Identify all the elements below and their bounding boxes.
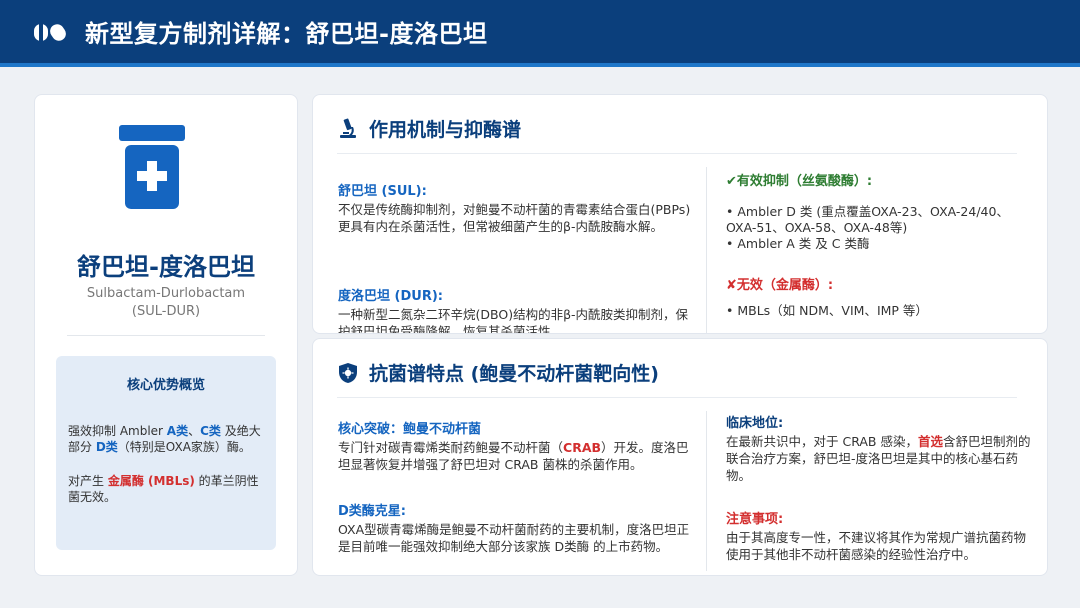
- effective-list: • Ambler D 类 (重点覆盖OXA-23、OXA-24/40、OXA-5…: [726, 204, 1031, 252]
- spectrum-header: 抗菌谱特点 (鲍曼不动杆菌靶向性): [337, 359, 659, 386]
- clinical-block: 临床地位: 在最新共识中，对于 CRAB 感染，首选含舒巴坦制剂的联合治疗方案，…: [726, 415, 1036, 484]
- mechanism-header: 作用机制与抑酶谱: [337, 115, 521, 142]
- mechanism-title: 作用机制与抑酶谱: [369, 119, 522, 141]
- class-d-highlight: D类: [95, 440, 118, 454]
- text-span: （特别是OXA家族）酶。: [117, 440, 251, 454]
- class-c-highlight: C类: [200, 424, 221, 438]
- drug-name-en-full: Sulbactam-Durlobactam: [86, 286, 246, 301]
- class-a-highlight: A类: [166, 424, 189, 438]
- column-divider: [706, 411, 707, 571]
- preferred-highlight: 首选: [917, 434, 943, 449]
- text-span: 强效抑制 Ambler: [68, 424, 167, 438]
- dur-text: 一种新型二氮杂二环辛烷(DBO)结构的非β-内酰胺类抑制剂，保护舒巴坦免受酶降解…: [338, 307, 689, 334]
- advantages-box: 核心优势概览 强效抑制 Ambler A类、C类 及绝大部分 D类（特别是OXA…: [56, 356, 276, 550]
- ineffective-list: • MBLs（如 NDM、VIM、IMP 等）: [726, 303, 1031, 319]
- dur-title: 度洛巴坦 (DUR):: [338, 289, 443, 304]
- d-class-text: OXA型碳青霉烯酶是鲍曼不动杆菌耐药的主要机制，度洛巴坦正是目前唯一能强效抑制绝…: [338, 522, 690, 554]
- header-bar: 新型复方制剂详解：舒巴坦-度洛巴坦: [0, 0, 1080, 67]
- mechanism-card: 作用机制与抑酶谱 舒巴坦 (SUL): 不仅是传统酶抑制剂，对鲍曼不动杆菌的青霉…: [312, 94, 1048, 334]
- drug-abbrev: (SUL-DUR): [131, 304, 201, 319]
- d-class-title: D类酶克星:: [338, 504, 406, 519]
- divider: [337, 153, 1017, 154]
- sul-text: 不仅是传统酶抑制剂，对鲍曼不动杆菌的青霉素结合蛋白(PBPs)更具有内在杀菌活性…: [338, 202, 691, 234]
- pill-capsule-icon: [34, 23, 66, 41]
- clinical-title: 临床地位:: [726, 416, 784, 431]
- core-text: 专门针对碳青霉烯类耐药鲍曼不动杆菌（CRAB）开发。度洛巴坦显著恢复并增强了舒巴…: [338, 439, 693, 473]
- list-item: • Ambler D 类 (重点覆盖OXA-23、OXA-24/40、OXA-5…: [726, 204, 1009, 235]
- sul-title: 舒巴坦 (SUL):: [338, 184, 427, 199]
- microscope-icon: [340, 118, 356, 138]
- effective-block: ✔有效抑制（丝氨酸酶）: • Ambler D 类 (重点覆盖OXA-23、OX…: [726, 173, 1031, 252]
- text-span: 、: [188, 424, 201, 438]
- text-span: 在最新共识中，对于 CRAB 感染，: [726, 434, 918, 449]
- spectrum-title: 抗菌谱特点 (鲍曼不动杆菌靶向性): [369, 363, 659, 385]
- caution-block: 注意事项: 由于其高度专一性，不建议将其作为常规广谱抗菌药物使用于其他非不动杆菌…: [726, 511, 1036, 563]
- drug-name-en: Sulbactam-Durlobactam (SUL-DUR): [35, 285, 297, 321]
- ineffective-title: ✘无效（金属酶）:: [726, 278, 834, 293]
- text-span: 专门针对碳青霉烯类耐药鲍曼不动杆菌（: [338, 440, 564, 455]
- sul-block: 舒巴坦 (SUL): 不仅是传统酶抑制剂，对鲍曼不动杆菌的青霉素结合蛋白(PBP…: [338, 183, 693, 235]
- medicine-bottle-icon: [119, 125, 185, 209]
- ineffective-block: ✘无效（金属酶）: • MBLs（如 NDM、VIM、IMP 等）: [726, 277, 1031, 319]
- d-class-block: D类酶克星: OXA型碳青霉烯酶是鲍曼不动杆菌耐药的主要机制，度洛巴坦正是目前唯…: [338, 503, 693, 555]
- divider: [337, 397, 1017, 398]
- caution-text: 由于其高度专一性，不建议将其作为常规广谱抗菌药物使用于其他非不动杆菌感染的经验性…: [726, 530, 1027, 562]
- advantage-limitation: 对产生 金属酶 (MBLs) 的革兰阴性菌无效。: [68, 473, 264, 505]
- effective-title: ✔有效抑制（丝氨酸酶）:: [726, 174, 873, 189]
- drug-name-cn: 舒巴坦-度洛巴坦: [77, 253, 255, 281]
- list-item: • Ambler A 类 及 C 类酶: [726, 236, 870, 251]
- crab-highlight: CRAB: [563, 440, 602, 455]
- advantages-title: 核心优势概览: [126, 378, 205, 393]
- mbl-highlight: 金属酶 (MBLs): [107, 474, 195, 488]
- spectrum-card: 抗菌谱特点 (鲍曼不动杆菌靶向性) 核心突破：鲍曼不动杆菌 专门针对碳青霉烯类耐…: [312, 338, 1048, 576]
- core-title: 核心突破：鲍曼不动杆菌: [338, 422, 482, 437]
- text-span: 对产生: [68, 474, 108, 488]
- drug-overview-card: 舒巴坦-度洛巴坦 Sulbactam-Durlobactam (SUL-DUR)…: [34, 94, 298, 576]
- core-block: 核心突破：鲍曼不动杆菌 专门针对碳青霉烯类耐药鲍曼不动杆菌（CRAB）开发。度洛…: [338, 421, 693, 473]
- advantage-inhibition: 强效抑制 Ambler A类、C类 及绝大部分 D类（特别是OXA家族）酶。: [68, 423, 264, 455]
- clinical-text: 在最新共识中，对于 CRAB 感染，首选含舒巴坦制剂的联合治疗方案，舒巴坦-度洛…: [726, 433, 1036, 484]
- dur-block: 度洛巴坦 (DUR): 一种新型二氮杂二环辛烷(DBO)结构的非β-内酰胺类抑制…: [338, 288, 693, 334]
- list-item: • MBLs（如 NDM、VIM、IMP 等）: [726, 303, 928, 318]
- column-divider: [706, 167, 707, 333]
- shield-virus-icon: [339, 362, 357, 383]
- caution-title: 注意事项:: [726, 512, 784, 527]
- page-title: 新型复方制剂详解：舒巴坦-度洛巴坦: [85, 20, 488, 48]
- divider: [67, 335, 265, 336]
